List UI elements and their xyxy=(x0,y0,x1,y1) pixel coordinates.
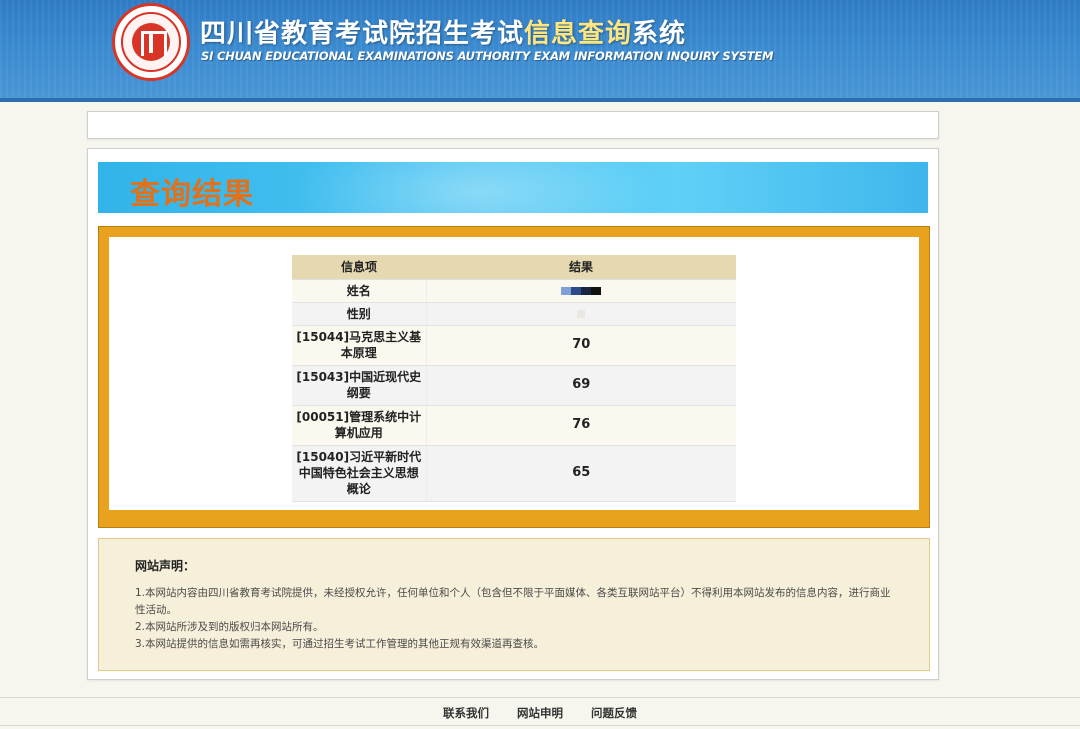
subject-name: [15043]中国近现代史纲要 xyxy=(292,365,427,406)
table-row: [15044]马克思主义基本原理 70 xyxy=(292,325,736,366)
result-frame: 信息项 结果 姓名 性别 [15044]马克思主义基本原理 70 [15043]… xyxy=(98,226,930,528)
site-statement-link[interactable]: 网站申明 xyxy=(517,706,563,720)
nav-bar xyxy=(87,111,939,139)
name-label: 姓名 xyxy=(292,279,427,303)
result-banner: 查询结果 xyxy=(98,162,928,213)
footer-divider xyxy=(0,697,1080,698)
subject-score: 69 xyxy=(426,365,736,406)
column-header-result: 结果 xyxy=(426,255,736,280)
emblem-logo-icon[interactable] xyxy=(112,3,190,81)
result-banner-title: 查询结果 xyxy=(130,177,254,212)
redacted-gender xyxy=(577,310,586,318)
declaration-title: 网站声明： xyxy=(135,559,196,573)
result-table-area: 信息项 结果 姓名 性别 [15044]马克思主义基本原理 70 [15043]… xyxy=(109,237,919,510)
score-table: 信息项 结果 姓名 性别 [15044]马克思主义基本原理 70 [15043]… xyxy=(292,255,736,502)
site-declaration: 网站声明： 1.本网站内容由四川省教育考试院提供，未经授权允许，任何单位和个人（… xyxy=(98,538,930,671)
subject-score: 70 xyxy=(426,325,736,366)
declaration-line: 2.本网站所涉及到的版权归本网站所有。 xyxy=(135,621,324,633)
subject-name: [15044]马克思主义基本原理 xyxy=(292,325,427,366)
logo-ring xyxy=(121,12,181,72)
name-value xyxy=(426,279,736,303)
feedback-link[interactable]: 问题反馈 xyxy=(591,706,637,720)
site-subtitle: SI CHUAN EDUCATIONAL EXAMINATIONS AUTHOR… xyxy=(201,49,774,63)
table-row: [00051]管理系统中计算机应用 76 xyxy=(292,405,736,446)
footer-divider-bottom xyxy=(0,725,1080,726)
subject-score: 76 xyxy=(426,405,736,446)
gender-value xyxy=(426,302,736,326)
declaration-line: 1.本网站内容由四川省教育考试院提供，未经授权允许，任何单位和个人（包含但不限于… xyxy=(135,587,891,616)
table-row-gender: 性别 xyxy=(292,302,736,326)
column-header-item: 信息项 xyxy=(292,255,426,280)
logo-core xyxy=(132,23,170,61)
table-row: [15040]习近平新时代中国特色社会主义思想概论 65 xyxy=(292,445,736,502)
footer-links: 联系我们 网站申明 问题反馈 xyxy=(0,705,1080,721)
subject-name: [15040]习近平新时代中国特色社会主义思想概论 xyxy=(292,445,427,502)
gender-label: 性别 xyxy=(292,302,427,326)
table-row: [15043]中国近现代史纲要 69 xyxy=(292,365,736,406)
site-title: 四川省教育考试院招生考试信息查询系统 xyxy=(200,13,686,50)
redacted-name xyxy=(561,287,602,295)
subject-score: 65 xyxy=(426,445,736,502)
main-panel: 查询结果 信息项 结果 姓名 性别 [15044]马克思主义基本原理 70 [1… xyxy=(87,148,939,680)
site-title-highlight: 信息查询 xyxy=(524,19,633,49)
table-header-row: 信息项 结果 xyxy=(292,255,736,280)
table-row-name: 姓名 xyxy=(292,279,736,303)
subject-name: [00051]管理系统中计算机应用 xyxy=(292,405,427,446)
site-title-tail: 系统 xyxy=(632,19,687,49)
declaration-line: 3.本网站提供的信息如需再核实，可通过招生考试工作管理的其他正规有效渠道再查核。 xyxy=(135,638,545,650)
site-title-main: 四川省教育考试院招生考试 xyxy=(200,19,525,49)
contact-us-link[interactable]: 联系我们 xyxy=(443,706,489,720)
site-header: 四川省教育考试院招生考试信息查询系统 SI CHUAN EDUCATIONAL … xyxy=(0,0,1080,102)
